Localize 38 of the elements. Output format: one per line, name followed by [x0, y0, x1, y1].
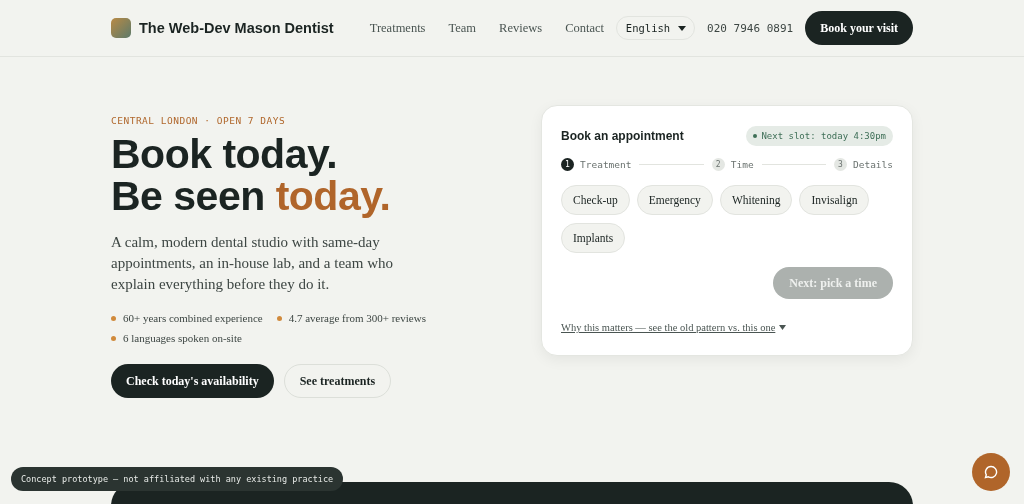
fact-text: 6 languages spoken on-site	[123, 332, 242, 344]
next-slot-badge: Next slot: today 4:30pm	[746, 126, 893, 146]
eyebrow-text: CENTRAL LONDON · OPEN 7 DAYS	[111, 115, 287, 126]
caret-icon	[678, 25, 687, 31]
book-visit-button[interactable]: Book your visit	[805, 11, 913, 45]
bullet-icon	[111, 335, 116, 341]
brand-name[interactable]: The Web-Dev Mason Dentist	[139, 20, 334, 36]
treatment-chip[interactable]: Invisalign	[799, 185, 870, 215]
fact-text: 60+ years combined experience	[123, 312, 263, 324]
step-number: 3	[833, 158, 847, 171]
step-label: Time	[730, 159, 754, 170]
chat-button[interactable]	[972, 453, 1010, 491]
nav-link[interactable]: Team	[448, 20, 477, 36]
fact-text: 4.7 average from 300+ reviews	[288, 312, 426, 324]
step-label: Treatment	[580, 159, 632, 170]
disclaimer-notice: Concept prototype — not affiliated with any existing practice	[11, 467, 344, 491]
bullet-icon	[111, 315, 116, 321]
hero-description: A calm, modern dental studio with same-day appointments, an in-house lab, and a team who explain everything before they do it.	[111, 233, 394, 294]
step-label: Details	[852, 159, 893, 170]
nav-link[interactable]: Treatments	[369, 20, 426, 36]
logo-icon[interactable]	[111, 18, 131, 38]
phone-number: 020 7946 0891	[707, 21, 794, 35]
treatment-chip[interactable]: Whitening	[719, 185, 793, 215]
nav-link[interactable]: Reviews	[499, 20, 543, 36]
disclosure-link[interactable]: Why this matters — see the old pattern vs. this one	[561, 322, 787, 333]
step-number: 1	[561, 158, 574, 171]
treatment-chip[interactable]: Implants	[561, 223, 626, 253]
card-title: Book an appointment	[561, 129, 684, 143]
treatment-chip[interactable]: Check-up	[561, 185, 630, 215]
bullet-icon	[276, 315, 282, 321]
hero-headline: Book today. Be seen today.	[111, 133, 392, 217]
treatment-chip[interactable]: Emergency	[636, 185, 713, 215]
step-number: 2	[711, 158, 725, 171]
availability-button[interactable]: Check today's availability	[111, 364, 274, 398]
chat-icon	[984, 465, 998, 479]
language-select[interactable]: English	[615, 16, 696, 40]
nav-link[interactable]: Contact	[565, 20, 605, 36]
caret-icon	[779, 325, 787, 330]
